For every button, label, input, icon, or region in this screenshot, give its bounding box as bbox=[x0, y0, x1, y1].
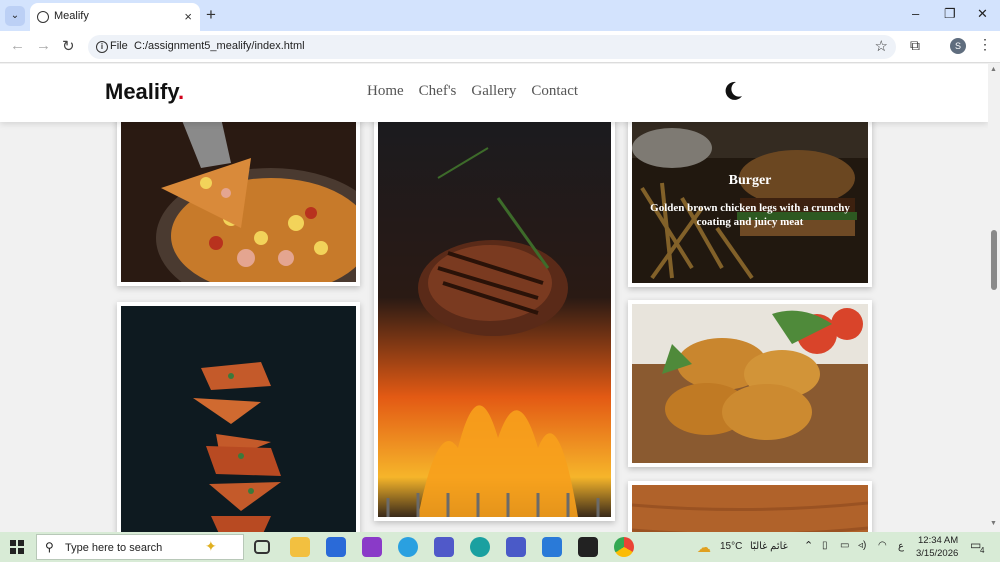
profile-avatar[interactable]: S bbox=[950, 38, 966, 54]
gallery-card-wooden-board[interactable] bbox=[628, 481, 872, 532]
scroll-down-arrow-icon[interactable]: ▼ bbox=[990, 520, 997, 527]
site-logo[interactable]: Mealify. bbox=[105, 79, 184, 105]
info-icon[interactable]: i bbox=[96, 41, 108, 53]
new-tab-button[interactable]: + bbox=[206, 5, 216, 25]
chrome-icon[interactable] bbox=[614, 537, 634, 557]
microsoft-store-icon[interactable] bbox=[326, 537, 346, 557]
weather-condition[interactable]: غائم غالبًا bbox=[750, 541, 788, 552]
tab-close-button[interactable]: × bbox=[184, 9, 192, 24]
battery-icon[interactable]: ▭ bbox=[840, 540, 849, 551]
address-bar[interactable]: i File C:/assignment5_mealify/index.html… bbox=[88, 35, 896, 59]
page-viewport: Mealify. Home Chef's Gallery Contact Bur… bbox=[0, 64, 988, 532]
minimize-button[interactable]: – bbox=[912, 6, 919, 21]
taskbar-search-box[interactable]: ⚲ Type here to search ✦ bbox=[36, 534, 244, 560]
bookmark-star-icon[interactable]: ☆ bbox=[875, 37, 888, 55]
moon-icon[interactable] bbox=[722, 80, 744, 102]
fried-chicken-image bbox=[632, 304, 868, 463]
tab-search-chevron-icon[interactable]: ⌄ bbox=[5, 6, 25, 26]
weather-temp[interactable]: 15°C bbox=[720, 541, 742, 552]
steak-image bbox=[378, 118, 611, 517]
close-window-button[interactable]: ✕ bbox=[977, 6, 988, 22]
main-nav: Home Chef's Gallery Contact bbox=[367, 83, 578, 100]
clock-date[interactable]: 3/15/2026 bbox=[916, 548, 958, 559]
logo-dot: . bbox=[177, 79, 185, 104]
app-icon[interactable] bbox=[362, 537, 382, 557]
search-icon: ⚲ bbox=[45, 540, 54, 554]
gallery-card-pizza[interactable] bbox=[117, 114, 360, 286]
globe-icon bbox=[37, 11, 49, 23]
logo-text: Mealify bbox=[105, 79, 178, 104]
tray-device-icon[interactable]: ▯ bbox=[822, 540, 828, 551]
gallery-card-steak[interactable] bbox=[374, 114, 615, 521]
nav-chefs[interactable]: Chef's bbox=[419, 83, 457, 100]
pizza-slices-image bbox=[121, 306, 356, 532]
weather-icon[interactable]: ☁ bbox=[697, 539, 711, 556]
language-indicator[interactable]: ع bbox=[898, 541, 904, 552]
nav-home[interactable]: Home bbox=[367, 83, 404, 100]
scrollbar-thumb[interactable] bbox=[991, 230, 997, 290]
gallery-card-pizza-slices[interactable] bbox=[117, 302, 360, 532]
menu-kebab-icon[interactable]: ⋮ bbox=[978, 36, 992, 53]
overlay-description: Golden brown chicken legs with a crunchy… bbox=[650, 201, 850, 228]
tab-title: Mealify bbox=[54, 10, 89, 22]
tray-chevron-icon[interactable]: ⌃ bbox=[804, 539, 813, 552]
nav-contact[interactable]: Contact bbox=[531, 83, 578, 100]
copilot-sparkle-icon[interactable]: ✦ bbox=[205, 538, 217, 555]
telegram-icon[interactable] bbox=[398, 537, 418, 557]
gallery-card-fried-chicken[interactable] bbox=[628, 300, 872, 467]
page-scrollbar[interactable]: ▲ ▼ bbox=[988, 64, 1000, 532]
url-text[interactable]: C:/assignment5_mealify/index.html bbox=[134, 40, 305, 52]
file-label: File bbox=[110, 40, 128, 52]
reload-button[interactable]: ↻ bbox=[62, 37, 75, 55]
taskbar-search-placeholder: Type here to search bbox=[65, 542, 163, 554]
task-view-icon[interactable] bbox=[254, 540, 270, 554]
vscode-icon[interactable] bbox=[542, 537, 562, 557]
terminal-icon[interactable] bbox=[578, 537, 598, 557]
clock-time[interactable]: 12:34 AM bbox=[918, 535, 958, 546]
pizza-image bbox=[121, 118, 356, 282]
wooden-board-image bbox=[632, 485, 868, 532]
forward-button[interactable]: → bbox=[36, 37, 51, 54]
gallery-card-burger[interactable]: Burger Golden brown chicken legs with a … bbox=[628, 114, 872, 287]
teams-icon[interactable] bbox=[434, 537, 454, 557]
back-button[interactable]: ← bbox=[10, 37, 25, 54]
windows-start-icon[interactable] bbox=[10, 540, 24, 554]
browser-toolbar: ← → ↻ i File C:/assignment5_mealify/inde… bbox=[0, 31, 1000, 63]
windows-taskbar: ⚲ Type here to search ✦ ☁ 15°C غائم غالب… bbox=[0, 532, 1000, 562]
scroll-up-arrow-icon[interactable]: ▲ bbox=[990, 66, 997, 73]
browser-tabstrip: ⌄ Mealify × + – ❐ ✕ bbox=[0, 0, 1000, 31]
burger-hover-overlay: Burger Golden brown chicken legs with a … bbox=[632, 118, 868, 283]
edge-icon[interactable] bbox=[470, 537, 490, 557]
file-explorer-icon[interactable] bbox=[290, 537, 310, 557]
browser-tab[interactable]: Mealify × bbox=[30, 3, 200, 31]
notification-count: 4 bbox=[980, 546, 985, 555]
teams-work-icon[interactable] bbox=[506, 537, 526, 557]
maximize-button[interactable]: ❐ bbox=[944, 6, 956, 22]
burger-image: Burger Golden brown chicken legs with a … bbox=[632, 118, 868, 283]
extensions-icon[interactable]: ⧉ bbox=[910, 37, 920, 54]
wifi-icon[interactable]: ◠ bbox=[878, 540, 887, 551]
overlay-title: Burger bbox=[728, 172, 772, 188]
nav-gallery[interactable]: Gallery bbox=[471, 83, 516, 100]
site-header: Mealify. Home Chef's Gallery Contact bbox=[0, 64, 988, 122]
volume-icon[interactable]: ◃) bbox=[858, 540, 866, 551]
